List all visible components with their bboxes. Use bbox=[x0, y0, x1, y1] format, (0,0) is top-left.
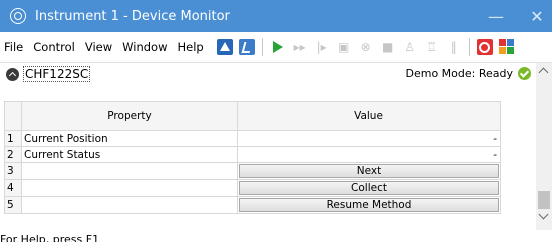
property-cell: Current Position bbox=[21, 130, 238, 147]
bottle-icon[interactable]: ♙ bbox=[401, 38, 419, 56]
toolbar-separator bbox=[261, 38, 263, 56]
property-cell bbox=[21, 196, 238, 214]
device-panel: CHF122SC Demo Mode: Ready Property Value… bbox=[0, 63, 536, 230]
scroll-down-icon[interactable] bbox=[538, 209, 549, 220]
value-cell: Resume Method bbox=[237, 196, 501, 214]
column-header-property: Property bbox=[21, 101, 238, 131]
column-header-value: Value bbox=[237, 101, 501, 131]
menu-window[interactable]: Window bbox=[117, 32, 172, 63]
resume-method-button[interactable]: Resume Method bbox=[239, 198, 499, 212]
snapshot-icon[interactable]: ▣ bbox=[335, 38, 353, 56]
vertical-scrollbar[interactable] bbox=[536, 63, 552, 230]
row-number-header bbox=[4, 101, 22, 131]
value-cell: Next bbox=[237, 162, 501, 180]
value-cell: - bbox=[237, 146, 501, 163]
toolbar-separator bbox=[468, 38, 470, 56]
device-name[interactable]: CHF122SC bbox=[23, 66, 91, 82]
scroll-up-icon[interactable] bbox=[538, 67, 549, 78]
property-cell bbox=[21, 162, 238, 180]
property-cell: Current Status bbox=[21, 146, 238, 163]
window-title: Instrument 1 - Device Monitor bbox=[35, 8, 230, 24]
menu-control[interactable]: Control bbox=[28, 32, 80, 63]
calibrate-icon[interactable] bbox=[238, 38, 256, 56]
menu-view[interactable]: View bbox=[80, 32, 117, 63]
property-table: Property Value 1 Current Position - 2 Cu… bbox=[4, 101, 501, 214]
row-number: 4 bbox=[4, 179, 22, 197]
device-header: CHF122SC Demo Mode: Ready bbox=[0, 63, 536, 85]
abort-icon[interactable]: ⊗ bbox=[357, 38, 375, 56]
row-number: 5 bbox=[4, 196, 22, 214]
close-button[interactable]: ✕ bbox=[522, 0, 552, 32]
ready-check-icon bbox=[518, 67, 531, 80]
demo-mode-status: Demo Mode: Ready bbox=[405, 67, 513, 80]
method-icon[interactable] bbox=[216, 38, 234, 56]
shutdown-icon[interactable] bbox=[476, 38, 494, 56]
table-row: 5 Resume Method bbox=[4, 196, 501, 214]
menu-bar: File Control View Window Help ▸▸ |▸ ▣ ⊗ … bbox=[0, 32, 552, 63]
value-cell: - bbox=[237, 130, 501, 147]
pause-icon[interactable]: ‖ bbox=[445, 38, 463, 56]
sampler-icon[interactable]: ♖ bbox=[423, 38, 441, 56]
row-number: 2 bbox=[4, 146, 22, 163]
toolbar: ▸▸ |▸ ▣ ⊗ ■ ♙ ♖ ‖ bbox=[216, 38, 520, 56]
property-cell bbox=[21, 179, 238, 197]
fast-forward-icon[interactable]: ▸▸ bbox=[291, 38, 309, 56]
table-row: 1 Current Position - bbox=[4, 130, 501, 147]
menu-help[interactable]: Help bbox=[172, 32, 208, 63]
table-row: 3 Next bbox=[4, 162, 501, 180]
value-cell: Collect bbox=[237, 179, 501, 197]
next-button[interactable]: Next bbox=[239, 164, 499, 178]
step-icon[interactable]: |▸ bbox=[313, 38, 331, 56]
stop-icon[interactable]: ■ bbox=[379, 38, 397, 56]
title-bar: Instrument 1 - Device Monitor — ✕ bbox=[0, 0, 552, 32]
menu-file[interactable]: File bbox=[0, 32, 28, 63]
app-icon bbox=[10, 8, 26, 24]
collect-button[interactable]: Collect bbox=[239, 181, 499, 195]
run-icon[interactable] bbox=[269, 38, 287, 56]
minimize-button[interactable]: — bbox=[481, 0, 511, 32]
scroll-thumb[interactable] bbox=[538, 191, 550, 209]
table-header-row: Property Value bbox=[4, 101, 501, 131]
table-row: 4 Collect bbox=[4, 179, 501, 197]
module-icon[interactable] bbox=[498, 38, 516, 56]
collapse-icon[interactable] bbox=[6, 67, 19, 81]
row-number: 3 bbox=[4, 162, 22, 180]
status-bar: For Help, press F1 bbox=[0, 230, 552, 242]
row-number: 1 bbox=[4, 130, 22, 147]
table-row: 2 Current Status - bbox=[4, 146, 501, 163]
